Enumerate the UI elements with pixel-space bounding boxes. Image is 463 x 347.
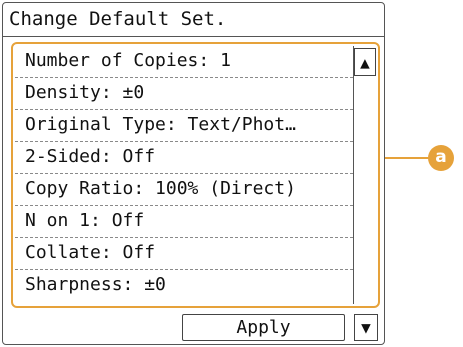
list-item-sharpness[interactable]: Sharpness: ±0 bbox=[15, 270, 353, 302]
callout-leader-line bbox=[385, 157, 430, 159]
list-item-copy-ratio[interactable]: Copy Ratio: 100% (Direct) bbox=[15, 174, 353, 206]
apply-button[interactable]: Apply bbox=[182, 314, 345, 341]
list-item-n-on-1[interactable]: N on 1: Off bbox=[15, 206, 353, 238]
callout-marker: a bbox=[428, 145, 454, 171]
scroll-down-button[interactable]: ▼ bbox=[354, 314, 378, 341]
scroll-up-button[interactable]: ▲ bbox=[354, 48, 376, 76]
list-item-density[interactable]: Density: ±0 bbox=[15, 78, 353, 110]
settings-list-highlight: Number of Copies: 1 Density: ±0 Original… bbox=[11, 42, 380, 308]
triangle-up-icon: ▲ bbox=[360, 52, 370, 72]
list-item-number-of-copies[interactable]: Number of Copies: 1 bbox=[15, 46, 353, 78]
list-item-original-type[interactable]: Original Type: Text/Phot… bbox=[15, 110, 353, 142]
list-item-collate[interactable]: Collate: Off bbox=[15, 238, 353, 270]
screen-title: Change Default Set. bbox=[3, 3, 384, 37]
list-item-2-sided[interactable]: 2-Sided: Off bbox=[15, 142, 353, 174]
settings-list: Number of Copies: 1 Density: ±0 Original… bbox=[15, 46, 354, 304]
display-screen: Change Default Set. Number of Copies: 1 … bbox=[2, 2, 385, 345]
triangle-down-icon: ▼ bbox=[361, 318, 371, 337]
